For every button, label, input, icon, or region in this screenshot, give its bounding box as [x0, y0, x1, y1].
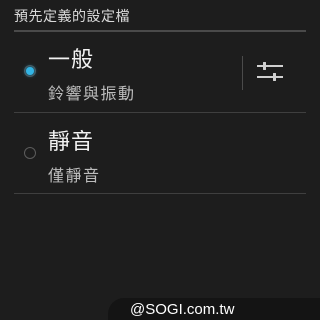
profile-subtitle-general: 鈴響與振動 [48, 84, 136, 103]
row-divider [14, 112, 306, 113]
profile-item-silent[interactable]: 靜音 僅靜音 [14, 114, 306, 194]
radio-button-general[interactable] [24, 65, 36, 77]
watermark-badge: @SOGI.com.tw [108, 298, 320, 320]
radio-selected-dot [26, 67, 34, 75]
profile-item-general[interactable]: 一般 鈴響與振動 [14, 32, 306, 112]
settings-separator [242, 56, 243, 90]
profiles-screen: 預先定義的設定檔 一般 鈴響與振動 靜音 僅靜音 @SOGI.com.tw [0, 0, 320, 320]
radio-button-silent[interactable] [24, 147, 36, 159]
sliders-icon [257, 62, 283, 81]
profile-title-general: 一般 [48, 48, 95, 73]
watermark-text: @SOGI.com.tw [130, 301, 235, 318]
profile-settings-button[interactable] [252, 52, 288, 92]
row-divider [14, 193, 306, 194]
profile-title-silent: 靜音 [48, 130, 95, 155]
profile-subtitle-silent: 僅靜音 [48, 166, 101, 185]
section-header: 預先定義的設定檔 [14, 9, 130, 25]
